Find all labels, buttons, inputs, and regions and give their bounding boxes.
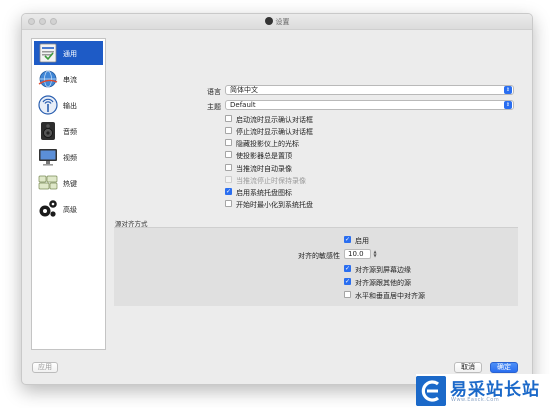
sidebar-item-label: 串流 bbox=[63, 76, 77, 84]
sidebar-item-output[interactable]: 输出 bbox=[34, 93, 103, 117]
option-label: 隐藏投影仪上的光标 bbox=[236, 140, 299, 148]
option-label: 当推流停止时保持录像 bbox=[236, 177, 306, 185]
general-settings-icon bbox=[39, 43, 57, 63]
theme-select[interactable]: Default ⇕ bbox=[225, 100, 514, 110]
checkbox-checked[interactable]: ✓ bbox=[225, 188, 232, 195]
snapping-group: ✓ 启用 对齐的敏感性 10.0 ▲ ▼ ✓ 对齐源到屏幕边缘 ✓ 对齐源跟其他的… bbox=[114, 227, 518, 306]
theme-label: 主题 bbox=[207, 103, 221, 111]
output-broadcast-icon bbox=[38, 95, 58, 115]
speaker-icon bbox=[41, 122, 55, 140]
sidebar-item-label: 输出 bbox=[63, 102, 77, 110]
window-title-text: 设置 bbox=[275, 18, 290, 26]
language-select-value: 简体中文 bbox=[230, 86, 258, 94]
window-title: 设置 bbox=[22, 17, 532, 27]
stepper-arrows-icon[interactable]: ▲ ▼ bbox=[372, 250, 378, 258]
gears-icon bbox=[39, 200, 57, 217]
cancel-button[interactable]: 取消 bbox=[454, 362, 482, 373]
settings-sidebar: 通用 串流 输出 音频 视频 热键 高级 bbox=[31, 38, 106, 350]
option-label: 启用系统托盘图标 bbox=[236, 189, 292, 197]
sidebar-item-label: 音频 bbox=[63, 128, 77, 136]
checkbox[interactable] bbox=[225, 151, 232, 158]
snap-sensitivity-label: 对齐的敏感性 bbox=[298, 252, 340, 260]
checkbox-checked[interactable]: ✓ bbox=[344, 278, 351, 285]
checkbox[interactable] bbox=[225, 200, 232, 207]
checkbox bbox=[225, 176, 232, 183]
sidebar-item-advanced[interactable]: 高级 bbox=[34, 197, 103, 221]
watermark-subtext: Www.Easck.Com bbox=[451, 397, 500, 403]
option-label: 当推流时自动录像 bbox=[236, 165, 292, 173]
stream-globe-icon bbox=[38, 70, 58, 88]
sidebar-item-label: 通用 bbox=[63, 50, 77, 58]
checkbox[interactable] bbox=[225, 139, 232, 146]
sidebar-item-label: 热键 bbox=[63, 180, 77, 188]
sidebar-item-stream[interactable]: 串流 bbox=[34, 67, 103, 91]
language-select[interactable]: 简体中文 ⇕ bbox=[225, 85, 514, 95]
sidebar-item-label: 视频 bbox=[63, 154, 77, 162]
obs-app-icon bbox=[264, 17, 273, 25]
option-label: 开始时最小化到系统托盘 bbox=[236, 201, 313, 209]
site-watermark: 易采站长站 Www.Easck.Com bbox=[416, 374, 550, 408]
snap-sensitivity-spinbox[interactable]: 10.0 ▲ ▼ bbox=[344, 249, 377, 259]
sidebar-item-video[interactable]: 视频 bbox=[34, 145, 103, 169]
snap-sensitivity-value: 10.0 bbox=[348, 250, 364, 258]
sidebar-item-general[interactable]: 通用 bbox=[34, 41, 103, 65]
settings-window: 设置 通用 串流 输出 音频 视频 热键 高级 语言 简体中文 ⇕ 主题 Def… bbox=[21, 13, 533, 385]
checkbox[interactable] bbox=[225, 164, 232, 171]
ok-button[interactable]: 确定 bbox=[490, 362, 518, 373]
option-label: 对齐源跟其他的源 bbox=[355, 279, 411, 287]
option-label: 启动流时显示确认对话框 bbox=[236, 116, 313, 124]
option-label: 对齐源到屏幕边缘 bbox=[355, 266, 411, 274]
option-label: 水平和垂直居中对齐源 bbox=[355, 292, 425, 300]
checkbox[interactable] bbox=[225, 115, 232, 122]
keyboard-icon bbox=[38, 175, 58, 190]
watermark-logo-icon bbox=[416, 376, 446, 406]
language-label: 语言 bbox=[207, 88, 221, 96]
checkbox-checked[interactable]: ✓ bbox=[344, 236, 351, 243]
title-bar: 设置 bbox=[22, 14, 532, 30]
checkbox-checked[interactable]: ✓ bbox=[344, 265, 351, 272]
chevron-updown-icon: ⇕ bbox=[504, 101, 512, 109]
general-settings-panel: 语言 简体中文 ⇕ 主题 Default ⇕ 启动流时显示确认对话框 停止流时显… bbox=[111, 38, 523, 348]
option-label: 启用 bbox=[355, 237, 369, 245]
monitor-icon bbox=[39, 149, 57, 166]
sidebar-item-label: 高级 bbox=[63, 206, 77, 214]
apply-button[interactable]: 应用 bbox=[32, 362, 58, 373]
chevron-updown-icon: ⇕ bbox=[504, 86, 512, 94]
option-label: 使投影器总是置顶 bbox=[236, 152, 292, 160]
checkbox[interactable] bbox=[344, 291, 351, 298]
sidebar-item-hotkeys[interactable]: 热键 bbox=[34, 171, 103, 195]
theme-select-value: Default bbox=[230, 101, 256, 109]
option-label: 停止流时显示确认对话框 bbox=[236, 128, 313, 136]
sidebar-item-audio[interactable]: 音频 bbox=[34, 119, 103, 143]
checkbox[interactable] bbox=[225, 127, 232, 134]
